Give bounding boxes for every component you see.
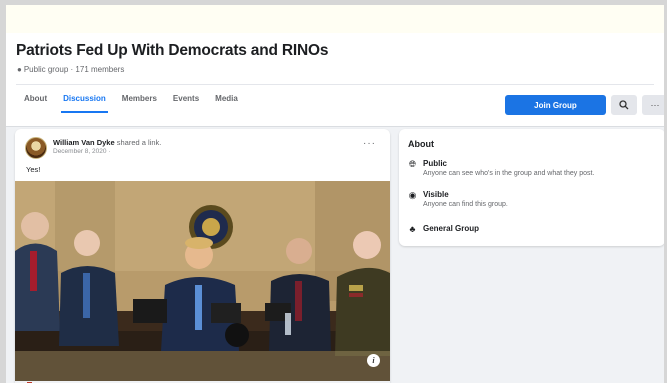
- about-item-title: Visible: [423, 190, 449, 199]
- about-card: About 🌐︎ Public Anyone can see who's in …: [399, 129, 664, 246]
- about-item-desc: Anyone can find this group.: [423, 201, 508, 208]
- group-meta-text: Public group · 171 members: [23, 65, 125, 74]
- about-item-public: 🌐︎ Public Anyone can see who's in the gr…: [408, 159, 595, 178]
- post-card: William Van Dyke shared a link. December…: [15, 129, 390, 383]
- post-photo[interactable]: i: [15, 181, 390, 381]
- info-icon[interactable]: i: [367, 354, 380, 367]
- top-strip: [6, 5, 664, 33]
- group-icon: ♣: [409, 224, 416, 234]
- situation-room-photo: [15, 181, 390, 381]
- post-menu-button[interactable]: ···: [363, 138, 376, 149]
- tab-events[interactable]: Events: [165, 90, 207, 113]
- globe-icon: 🌐︎: [408, 159, 417, 169]
- search-icon: [619, 100, 629, 110]
- tab-about[interactable]: About: [16, 90, 55, 113]
- tab-media[interactable]: Media: [207, 90, 246, 113]
- group-title: Patriots Fed Up With Democrats and RINOs: [16, 42, 329, 59]
- tab-discussion[interactable]: Discussion: [55, 90, 114, 113]
- about-item-general: ♣ General Group: [408, 224, 479, 234]
- about-item-title: General Group: [423, 224, 480, 233]
- divider: [16, 84, 654, 85]
- globe-icon: ●: [17, 65, 22, 74]
- post-author-line: William Van Dyke shared a link.: [53, 138, 161, 147]
- post-text: Yes!: [26, 165, 41, 174]
- about-item-visible: ◉ Visible Anyone can find this group.: [408, 190, 508, 209]
- browser-viewport: Patriots Fed Up With Democrats and RINOs…: [6, 5, 664, 383]
- search-button[interactable]: [611, 95, 637, 115]
- post-date[interactable]: December 8, 2020 ·: [53, 148, 110, 155]
- group-meta: ● Public group · 171 members: [17, 65, 124, 74]
- about-item-desc: Anyone can see who's in the group and wh…: [423, 170, 595, 177]
- post-action: shared a link.: [116, 138, 162, 147]
- more-icon: ···: [650, 100, 660, 110]
- post-author[interactable]: William Van Dyke: [53, 138, 115, 147]
- group-header: Patriots Fed Up With Democrats and RINOs…: [6, 33, 664, 127]
- eye-icon: ◉: [408, 190, 417, 200]
- join-group-button[interactable]: Join Group: [505, 95, 606, 115]
- avatar[interactable]: [25, 137, 47, 159]
- group-tabs: About Discussion Members Events Media: [16, 90, 246, 113]
- more-button[interactable]: ···: [642, 95, 664, 115]
- tab-members[interactable]: Members: [114, 90, 165, 113]
- about-title: About: [408, 139, 434, 149]
- about-item-title: Public: [423, 159, 448, 168]
